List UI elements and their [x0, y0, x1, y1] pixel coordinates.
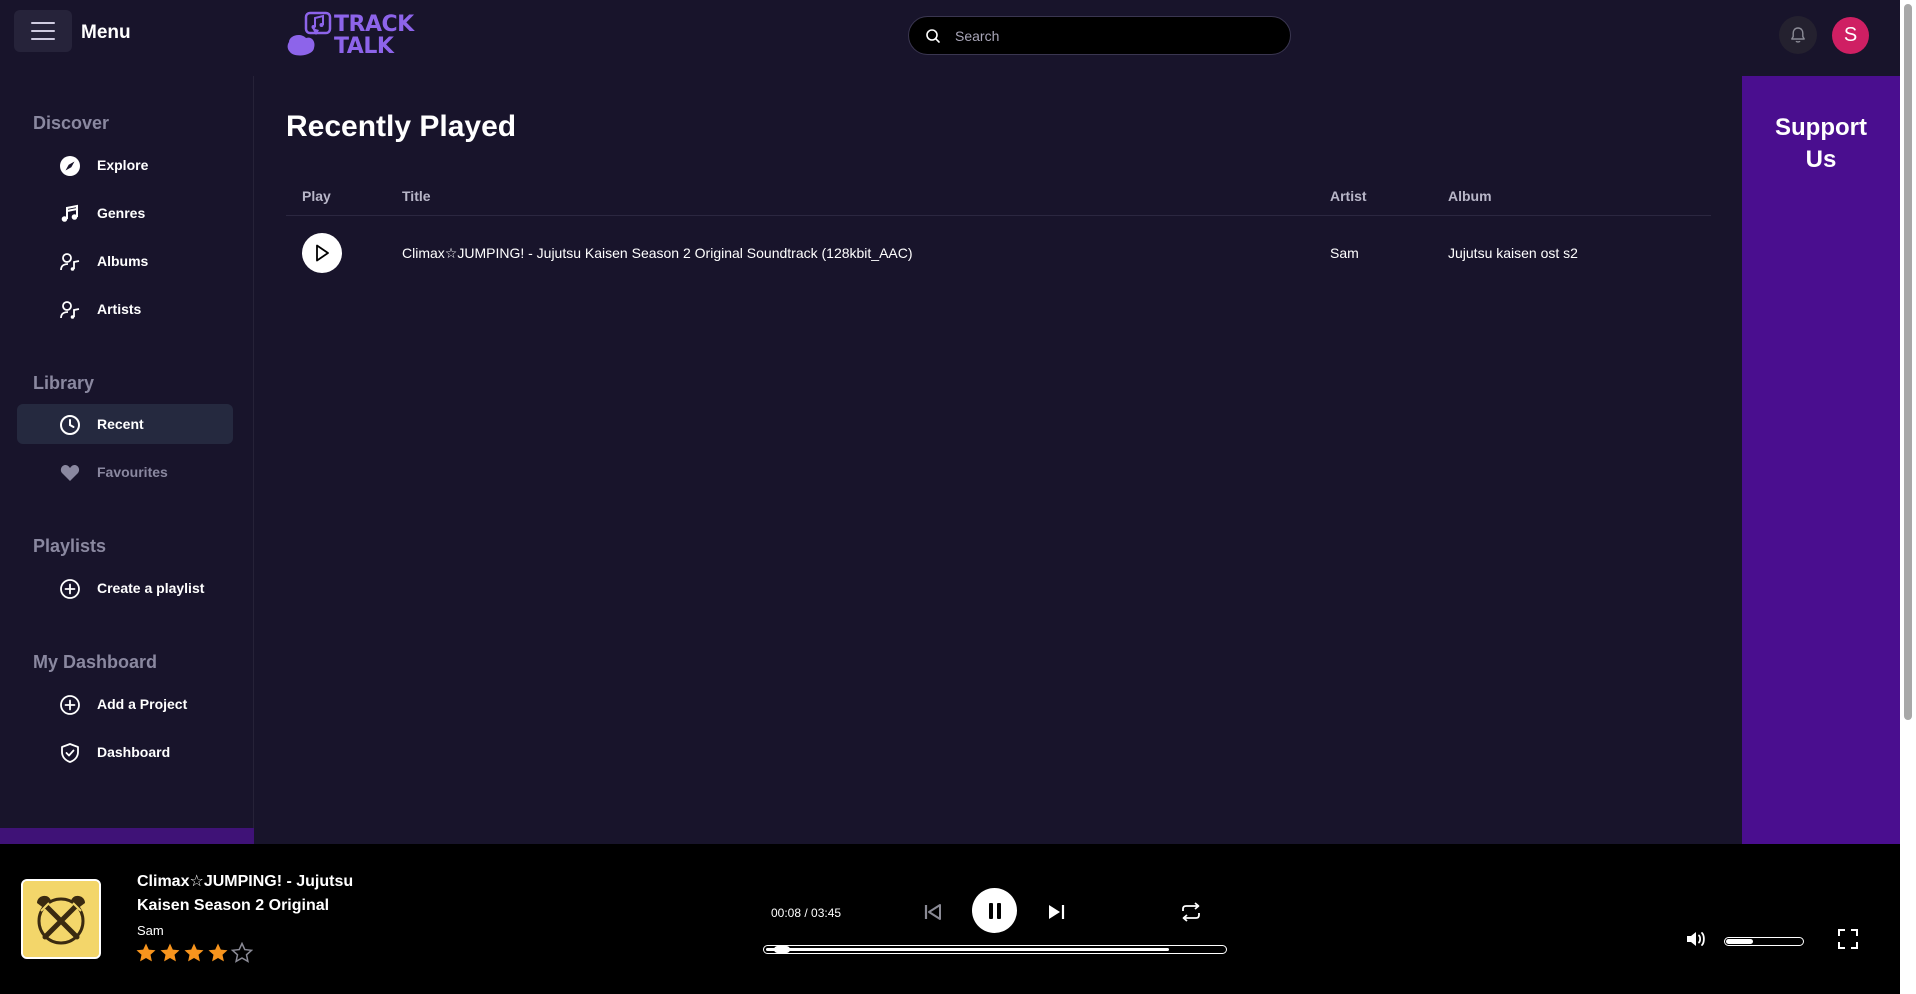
- support-us-label: Support Us: [1775, 114, 1867, 173]
- now-playing-title: Climax☆JUMPING! - Jujutsu Kaisen Season …: [137, 873, 354, 914]
- hamburger-icon-line: [31, 30, 55, 32]
- track-album-cell[interactable]: Jujutsu kaisen ost s2: [1448, 245, 1578, 261]
- sidebar-item-label: Explore: [97, 157, 149, 173]
- playback-time: 00:08 / 03:45: [771, 906, 842, 920]
- sidebar-item-label: Favourites: [97, 464, 168, 480]
- sidebar-section-library: Library: [33, 373, 95, 393]
- sidebar-item-label: Albums: [97, 253, 149, 269]
- main-content: Recently Played Play Title Artist Album …: [255, 76, 1742, 844]
- pause-button[interactable]: [972, 888, 1017, 933]
- menu-label: Menu: [81, 22, 131, 43]
- notifications-button[interactable]: [1779, 16, 1817, 54]
- star-empty-icon[interactable]: [231, 942, 253, 964]
- sidebar-item-recent[interactable]: Recent: [17, 404, 233, 444]
- sidebar-item-genres[interactable]: Genres: [17, 193, 233, 233]
- search-bar[interactable]: [908, 16, 1291, 55]
- sidebar-item-albums[interactable]: Albums: [17, 241, 233, 281]
- previous-track-button[interactable]: [920, 901, 946, 923]
- play-button[interactable]: [302, 233, 342, 273]
- sidebar-item-create-playlist[interactable]: Create a playlist: [17, 568, 233, 608]
- album-cover-art: [23, 881, 99, 957]
- scrollbar-thumb[interactable]: [1904, 4, 1912, 720]
- column-header-album: Album: [1448, 188, 1492, 204]
- sidebar-section-discover: Discover: [33, 113, 110, 133]
- table-row[interactable]: Climax☆JUMPING! - Jujutsu Kaisen Season …: [286, 216, 1711, 288]
- volume-level-fill: [1726, 939, 1753, 944]
- progress-handle[interactable]: [774, 946, 790, 953]
- shield-check-icon: [59, 742, 81, 764]
- recently-played-table: Play Title Artist Album Climax☆JUMPING! …: [286, 180, 1711, 288]
- track-artist-cell[interactable]: Sam: [1330, 245, 1359, 261]
- progress-buffer-fill: [766, 948, 1169, 951]
- sidebar-item-dashboard[interactable]: Dashboard: [17, 732, 233, 772]
- sidebar-item-artists[interactable]: Artists: [17, 289, 233, 329]
- table-header: Play Title Artist Album: [286, 180, 1711, 216]
- logo-text: TRACK TALK: [334, 14, 414, 58]
- sidebar-section-playlists: Playlists: [33, 536, 107, 556]
- user-music-icon: [59, 299, 81, 321]
- rating-stars[interactable]: [135, 942, 253, 964]
- plus-circle-icon: [59, 694, 81, 716]
- pause-icon: [988, 902, 1001, 919]
- now-playing-artist: Sam: [137, 923, 164, 938]
- logo-text-line2: TALK: [334, 34, 394, 59]
- column-header-play: Play: [302, 188, 331, 204]
- sidebar-item-label: Dashboard: [97, 744, 171, 760]
- top-bar: Menu TRACK TALK S: [0, 0, 1900, 76]
- star-filled-icon[interactable]: [207, 942, 229, 964]
- support-us-panel[interactable]: Support Us: [1742, 76, 1900, 844]
- player-bar: Climax☆JUMPING! - Jujutsu Kaisen Season …: [0, 844, 1900, 994]
- compass-icon: [59, 155, 81, 177]
- sidebar-item-label: Artists: [97, 301, 142, 317]
- star-filled-icon[interactable]: [159, 942, 181, 964]
- repeat-icon: [1182, 902, 1200, 922]
- star-filled-icon[interactable]: [183, 942, 205, 964]
- column-header-title: Title: [402, 188, 431, 204]
- plus-circle-icon: [59, 578, 81, 600]
- user-music-icon: [59, 251, 81, 273]
- skip-previous-icon: [924, 904, 941, 920]
- hamburger-icon-line: [31, 22, 55, 24]
- logo[interactable]: TRACK TALK: [286, 10, 422, 60]
- page-title: Recently Played: [286, 110, 517, 143]
- hamburger-menu-button[interactable]: [14, 10, 72, 52]
- sidebar-section-my-dashboard: My Dashboard: [33, 652, 158, 672]
- user-avatar[interactable]: S: [1832, 17, 1869, 54]
- sidebar-bottom-strip: [0, 828, 254, 844]
- sidebar-item-label: Create a playlist: [97, 580, 205, 596]
- volume-icon: [1687, 932, 1705, 946]
- volume-button[interactable]: [1683, 926, 1709, 952]
- column-header-artist: Artist: [1330, 188, 1367, 204]
- volume-slider[interactable]: [1724, 937, 1804, 946]
- repeat-button[interactable]: [1178, 900, 1204, 924]
- fullscreen-button[interactable]: [1835, 926, 1861, 952]
- clock-icon: [59, 414, 81, 436]
- track-title-cell[interactable]: Climax☆JUMPING! - Jujutsu Kaisen Season …: [402, 245, 913, 262]
- play-icon: [316, 244, 329, 262]
- search-icon: [926, 29, 940, 43]
- logo-text-line1: TRACK: [334, 12, 414, 37]
- skip-next-icon: [1049, 905, 1065, 919]
- hamburger-icon-line: [31, 38, 55, 40]
- fullscreen-icon: [1838, 929, 1858, 949]
- progress-bar[interactable]: [763, 945, 1227, 954]
- bell-icon: [1791, 27, 1805, 43]
- sidebar-item-add-project[interactable]: Add a Project: [17, 684, 233, 724]
- music-note-icon: [59, 203, 81, 225]
- search-input[interactable]: [955, 17, 1275, 54]
- album-cover[interactable]: [21, 879, 101, 959]
- heart-icon: [59, 462, 81, 484]
- page-scrollbar[interactable]: [1900, 0, 1916, 994]
- sidebar-item-favourites[interactable]: Favourites: [17, 452, 233, 492]
- sidebar-item-label: Add a Project: [97, 696, 188, 712]
- sidebar-item-label: Recent: [97, 416, 144, 432]
- sidebar: Discover Explore Genres Albums Artists L…: [0, 76, 254, 844]
- sidebar-item-explore[interactable]: Explore: [17, 145, 233, 185]
- next-track-button[interactable]: [1043, 901, 1069, 923]
- logo-icon: [287, 11, 332, 56]
- sidebar-item-label: Genres: [97, 205, 146, 221]
- star-filled-icon[interactable]: [135, 942, 157, 964]
